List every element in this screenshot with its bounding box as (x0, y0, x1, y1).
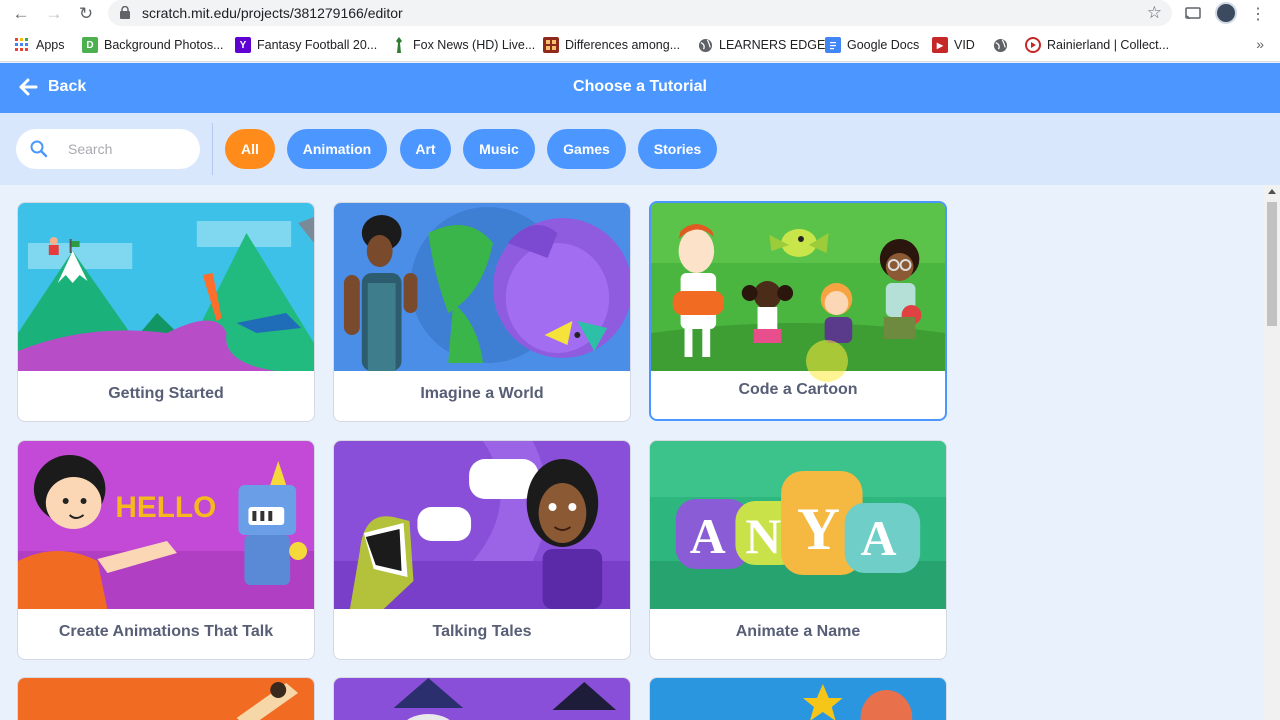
bookmark-item[interactable]: Differences among... (543, 36, 680, 54)
getting-started-thumbnail (18, 203, 314, 371)
bookmark-label: Background Photos... (104, 38, 224, 52)
anya-letter: Y (797, 496, 840, 562)
vid-icon: ▶ (932, 37, 948, 53)
tutorial-title: Getting Started (108, 385, 224, 402)
tutorial-card[interactable] (333, 677, 631, 720)
forward-arrow-icon[interactable]: → (43, 3, 65, 25)
bookmark-label: Differences among... (565, 38, 681, 52)
bookmark-item[interactable]: Apps (14, 36, 65, 54)
tutorial-card-getting-started[interactable]: Getting Started (17, 202, 315, 422)
tag-stories[interactable]: Stories (638, 129, 717, 169)
bookmarks-bar: Apps D Background Photos... Y Fantasy Fo… (0, 28, 1280, 62)
globe-icon (697, 37, 713, 53)
bookmark-item[interactable]: Rainierland | Collect... (1025, 36, 1169, 54)
apps-grid-icon (14, 37, 30, 53)
tutorial-card[interactable] (17, 677, 315, 720)
tutorial-thumbnail (334, 678, 630, 720)
bookmark-label: Fantasy Football 20... (257, 38, 378, 52)
bookmark-item[interactable]: Y Fantasy Football 20... (235, 36, 377, 54)
bookmark-item[interactable]: Fox News (HD) Live... (391, 36, 535, 54)
library-header: Back Choose a Tutorial (0, 63, 1280, 113)
address-bar[interactable]: scratch.mit.edu/projects/381279166/edito… (108, 0, 1172, 26)
anya-letter: A (690, 509, 726, 564)
bookmark-item[interactable]: LEARNERS EDGE (697, 36, 825, 54)
tutorial-grid: Getting Started Imagine a World Code a C… (0, 185, 1264, 720)
bookmark-star-icon[interactable]: ☆ (1147, 3, 1162, 23)
fox-figure-icon (391, 37, 407, 53)
bookmark-label: Google Docs (847, 38, 920, 52)
lock-icon (120, 6, 130, 19)
docs-icon (825, 37, 841, 53)
page-title: Choose a Tutorial (573, 78, 707, 95)
tutorial-card-imagine-a-world[interactable]: Imagine a World (333, 202, 631, 422)
bookmark-item[interactable]: ▶ VID (932, 36, 975, 54)
more-vertical-icon[interactable]: ⋮ (1247, 3, 1269, 25)
hello-art-text: HELLO (115, 491, 216, 524)
globe-icon (992, 37, 1008, 53)
bookmark-label: Fox News (HD) Live... (413, 38, 536, 52)
cast-icon[interactable] (1182, 3, 1204, 25)
scroll-up-arrow-icon[interactable] (1268, 189, 1276, 194)
tutorial-title: Create Animations That Talk (58, 623, 274, 640)
play-circle-icon (1025, 37, 1041, 53)
tutorial-thumbnail (18, 678, 314, 720)
create-animations-thumbnail: HELLO (18, 441, 314, 609)
tag-art[interactable]: Art (400, 129, 451, 169)
anya-letter: A (861, 511, 897, 566)
profile-avatar[interactable] (1215, 2, 1237, 24)
bookmark-label: LEARNERS EDGE (719, 38, 826, 52)
vertical-scrollbar[interactable] (1264, 185, 1280, 720)
back-arrow-icon[interactable]: ← (10, 3, 32, 25)
browser-toolbar: ← → ↻ scratch.mit.edu/projects/381279166… (0, 0, 1280, 28)
tag-music[interactable]: Music (463, 129, 535, 169)
anya-letter: N (745, 509, 781, 564)
tutorial-title: Imagine a World (420, 385, 544, 402)
search-placeholder: Search (68, 141, 113, 157)
d-icon: D (82, 37, 98, 53)
yahoo-icon: Y (235, 37, 251, 53)
tag-animation[interactable]: Animation (287, 129, 387, 169)
tutorial-card-talking-tales[interactable]: Talking Tales (333, 440, 631, 660)
bookmark-item[interactable]: D Background Photos... (82, 36, 224, 54)
bookmark-item[interactable]: Google Docs (825, 36, 919, 54)
scrollbar-thumb[interactable] (1267, 202, 1277, 326)
tutorial-card-create-animations-that-talk[interactable]: HELLO Create Animations That Talk (17, 440, 315, 660)
filter-bar: Search All Animation Art Music Games Sto… (0, 113, 1280, 185)
search-input[interactable]: Search (16, 129, 200, 169)
reload-icon[interactable]: ↻ (75, 3, 97, 25)
search-icon (30, 140, 48, 158)
tutorial-title: Code a Cartoon (738, 381, 858, 398)
imagine-a-world-thumbnail (334, 203, 630, 371)
bookmark-label: Apps (36, 38, 65, 52)
tutorial-title: Animate a Name (735, 623, 861, 640)
code-a-cartoon-thumbnail (651, 203, 945, 371)
bookmark-label: Rainierland | Collect... (1047, 38, 1170, 52)
bookmark-item[interactable] (992, 36, 1014, 54)
bookmarks-overflow-icon[interactable]: » (1256, 36, 1264, 52)
talking-tales-thumbnail (334, 441, 630, 609)
tutorial-card-code-a-cartoon[interactable]: Code a Cartoon (649, 201, 947, 421)
tutorial-title: Talking Tales (432, 623, 532, 640)
grid-thumbnail-icon (543, 37, 559, 53)
tag-games[interactable]: Games (547, 129, 626, 169)
animate-a-name-thumbnail: A N Y A (650, 441, 946, 609)
tag-all[interactable]: All (225, 129, 275, 169)
url-text: scratch.mit.edu/projects/381279166/edito… (142, 5, 403, 21)
tutorial-card[interactable] (649, 677, 947, 720)
cursor-highlight (806, 340, 848, 382)
bookmark-label: VID (954, 38, 975, 52)
tutorial-card-animate-a-name[interactable]: A N Y A Animate a Name (649, 440, 947, 660)
filter-divider (212, 123, 213, 175)
tutorial-thumbnail (650, 678, 946, 720)
